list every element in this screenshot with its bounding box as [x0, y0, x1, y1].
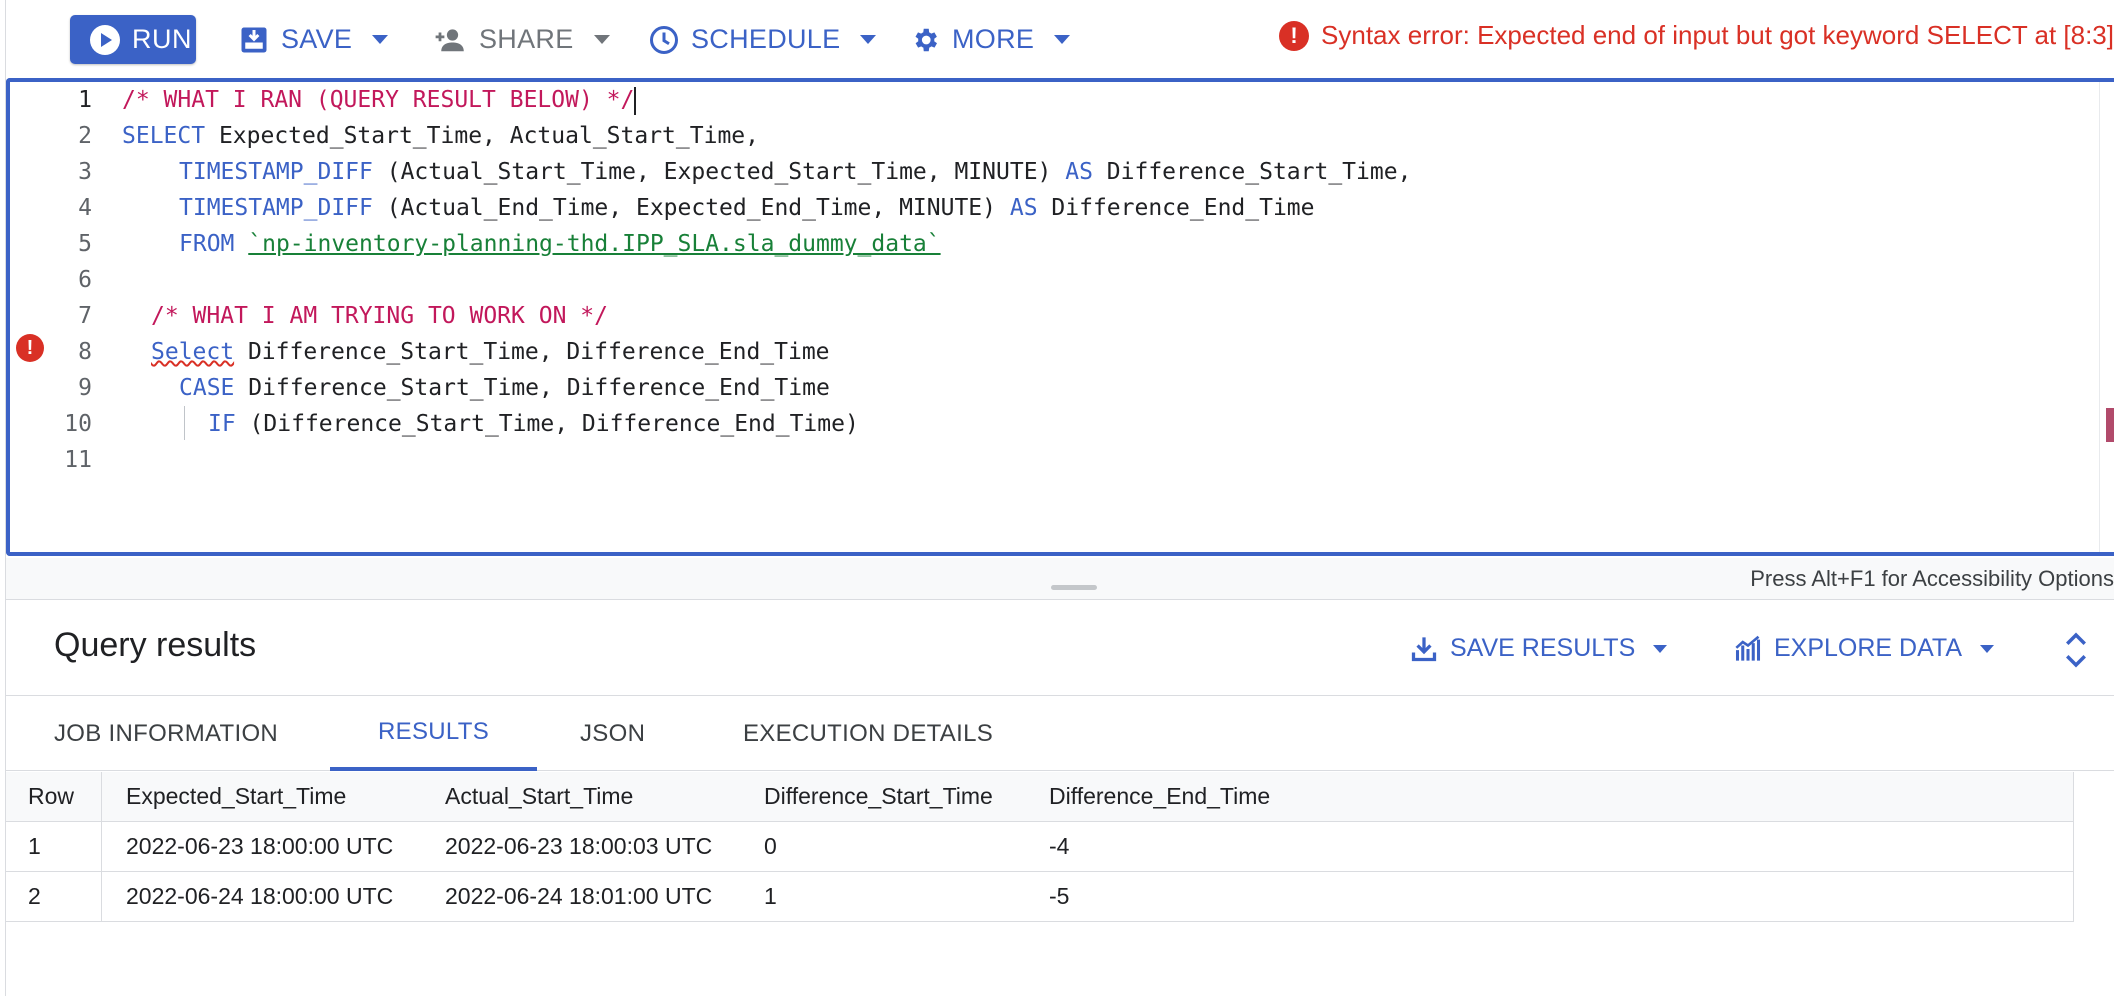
tab-job-information[interactable]: JOB INFORMATION [54, 697, 278, 771]
save-button[interactable]: SAVE [239, 15, 389, 64]
table-cell: -4 [1049, 833, 1070, 859]
line-number: 3 [78, 159, 92, 185]
table-cell: 2022-06-24 18:00:00 UTC [126, 883, 394, 909]
line-number: 2 [78, 123, 92, 149]
schedule-button[interactable]: SCHEDULE [649, 15, 877, 64]
tab-execution-details[interactable]: EXECUTION DETAILS [743, 697, 993, 771]
query-results-header: Query results SAVE RESULTS EXPLORE DATA [6, 600, 2114, 696]
code-line-3: TIMESTAMP_DIFF (Actual_Start_Time, Expec… [179, 159, 1412, 185]
drag-handle-icon[interactable] [1051, 585, 1097, 590]
indent-guide [184, 406, 185, 440]
sql-editor[interactable]: 1 2 3 4 5 6 7 8 9 10 11 ! /* WHAT I RAN … [6, 78, 2114, 556]
table-cell: 0 [764, 833, 777, 859]
run-button[interactable]: RUN [70, 15, 196, 64]
line-number: 4 [78, 195, 92, 221]
play-circle-icon [90, 24, 120, 55]
code-line-7: /* WHAT I AM TRYING TO WORK ON */ [151, 303, 608, 329]
table-cell: 2 [6, 872, 102, 921]
column-divider [2073, 872, 2074, 921]
text-cursor [634, 86, 637, 115]
column-header: Row [6, 772, 102, 821]
table-cell: 2022-06-24 18:01:00 UTC [445, 883, 713, 909]
table-reference[interactable]: `np-inventory-planning-thd.IPP_SLA.sla_d… [248, 231, 940, 257]
column-divider [2073, 822, 2074, 871]
gear-icon [915, 28, 937, 51]
chevron-down-icon [593, 35, 610, 44]
column-divider [2073, 772, 2074, 821]
table-header-row: Row Expected_Start_Time Actual_Start_Tim… [6, 772, 2074, 822]
tab-results[interactable]: RESULTS [330, 697, 538, 771]
error-token[interactable]: Select [151, 339, 234, 365]
unfold-icon[interactable] [2061, 630, 2091, 670]
share-button[interactable]: SHARE [433, 15, 610, 64]
table-row: 1 2022-06-23 18:00:00 UTC 2022-06-23 18:… [6, 822, 2074, 872]
scrollbar-error-mark [2106, 408, 2114, 442]
code-line-10: IF (Difference_Start_Time, Difference_En… [208, 411, 859, 437]
chevron-down-icon [1054, 35, 1071, 44]
save-results-button[interactable]: SAVE RESULTS [1410, 634, 1668, 663]
line-number: 5 [78, 231, 92, 257]
chart-icon [1735, 635, 1761, 661]
tab-json[interactable]: JSON [580, 697, 645, 771]
chevron-down-icon [1980, 644, 1995, 653]
column-header: Expected_Start_Time [126, 783, 347, 809]
error-marker-icon[interactable]: ! [16, 334, 44, 362]
line-number: 6 [78, 267, 92, 293]
download-icon [1411, 636, 1437, 661]
line-number-gutter: 1 2 3 4 5 6 7 8 9 10 11 ! [10, 82, 122, 552]
run-label: RUN [132, 24, 192, 54]
line-number: 1 [78, 87, 92, 113]
error-circle-icon: ! [1279, 20, 1310, 51]
schedule-label: SCHEDULE [691, 24, 841, 54]
column-header: Actual_Start_Time [445, 783, 634, 809]
save-label: SAVE [281, 24, 353, 54]
line-number: 11 [64, 447, 92, 473]
code-line-1: /* WHAT I RAN (QUERY RESULT BELOW) */ [122, 86, 637, 115]
table-cell: 2022-06-23 18:00:00 UTC [126, 833, 394, 859]
explore-data-button[interactable]: EXPLORE DATA [1734, 634, 1995, 663]
save-results-label: SAVE RESULTS [1450, 634, 1636, 662]
editor-toolbar: RUN SAVE SHARE SCHEDULE MORE ! Syntax er… [6, 0, 2114, 77]
code-line-9: CASE Difference_Start_Time, Difference_E… [179, 375, 830, 401]
chevron-down-icon [1653, 644, 1668, 653]
code-line-4: TIMESTAMP_DIFF (Actual_End_Time, Expecte… [179, 195, 1315, 221]
editor-scrollbar[interactable] [2099, 82, 2100, 552]
code-line-2: SELECT Expected_Start_Time, Actual_Start… [122, 123, 759, 149]
table-cell: 1 [6, 822, 102, 871]
query-results-title: Query results [54, 626, 257, 664]
column-header: Difference_Start_Time [764, 783, 993, 809]
line-number: 7 [78, 303, 92, 329]
accessibility-hint: Press Alt+F1 for Accessibility Options [1750, 566, 2114, 591]
more-button[interactable]: MORE [910, 15, 1071, 64]
code-line-5: FROM `np-inventory-planning-thd.IPP_SLA.… [179, 231, 941, 257]
code-area[interactable]: /* WHAT I RAN (QUERY RESULT BELOW) */ SE… [122, 82, 2114, 552]
more-label: MORE [952, 24, 1035, 54]
pane-splitter[interactable]: Press Alt+F1 for Accessibility Options [6, 558, 2114, 600]
results-table: Row Expected_Start_Time Actual_Start_Tim… [6, 772, 2074, 922]
results-tabs: JOB INFORMATION RESULTS JSON EXECUTION D… [6, 697, 2114, 771]
chevron-down-icon [372, 35, 389, 44]
table-cell: 2022-06-23 18:00:03 UTC [445, 833, 713, 859]
line-number: 10 [64, 411, 92, 437]
column-header: Difference_End_Time [1049, 783, 1271, 809]
table-cell: -5 [1049, 883, 1070, 909]
share-label: SHARE [479, 24, 574, 54]
error-text: Syntax error: Expected end of input but … [1321, 20, 2114, 50]
code-line-8: Select Difference_Start_Time, Difference… [151, 339, 830, 365]
table-row: 2 2022-06-24 18:00:00 UTC 2022-06-24 18:… [6, 872, 2074, 922]
syntax-error-message: ! Syntax error: Expected end of input bu… [1279, 20, 2114, 51]
clock-icon [650, 25, 678, 54]
table-cell: 1 [764, 883, 777, 909]
person-add-icon [435, 28, 464, 51]
explore-data-label: EXPLORE DATA [1774, 634, 1963, 662]
chevron-down-icon [860, 35, 877, 44]
line-number: 9 [78, 375, 92, 401]
save-download-icon [241, 27, 267, 52]
